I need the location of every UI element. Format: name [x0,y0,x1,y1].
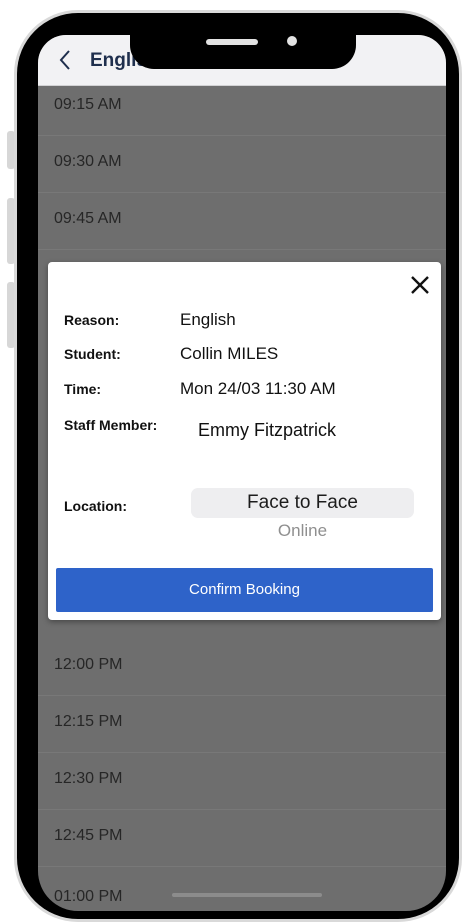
time-slot-row[interactable]: 12:45 PM [38,810,446,867]
confirm-booking-button[interactable]: Confirm Booking [56,568,433,612]
stage: English 09:15 AM 09:30 AM 09:45 AM 12:00… [0,0,465,924]
time-slot-row[interactable]: 12:30 PM [38,753,446,810]
chevron-left-icon[interactable] [56,47,76,73]
staff-member-value: Emmy Fitzpatrick [198,420,337,440]
time-slot-label: 09:15 AM [54,96,122,113]
time-slot-row[interactable]: 09:45 AM [38,193,446,250]
staff-member-label: Staff Member: [64,417,158,433]
time-slot-row[interactable]: 12:00 PM [38,639,446,696]
time-slot-label: 09:30 AM [54,153,122,170]
time-slot-label: 12:45 PM [54,827,123,844]
home-indicator [172,893,322,897]
time-slot-row[interactable]: 09:15 AM [38,85,446,136]
time-slot-row[interactable]: 09:30 AM [38,136,446,193]
front-camera [287,36,297,46]
time-slot-label: 12:15 PM [54,713,123,730]
student-value: Collin MILES [180,344,279,363]
location-option-online[interactable]: Online [191,516,414,546]
time-slot-row[interactable]: 12:15 PM [38,696,446,753]
close-icon[interactable] [409,274,431,296]
time-label: Time: [64,381,102,397]
time-slot-row[interactable]: 01:00 PM [38,867,446,911]
booking-modal: Reason: English Student: Collin MILES Ti… [48,262,441,620]
notch [130,19,356,69]
location-option-face-to-face[interactable]: Face to Face [191,488,414,518]
reason-label: Reason: [64,312,120,328]
student-label: Student: [64,346,121,362]
speaker-grille [206,39,258,45]
time-slot-label: 12:00 PM [54,656,123,673]
reason-value: English [180,310,236,329]
time-slot-label: 09:45 AM [54,210,122,227]
time-slot-label: 01:00 PM [54,888,123,905]
location-label: Location: [64,498,127,514]
time-slot-label: 12:30 PM [54,770,123,787]
time-value: Mon 24/03 11:30 AM [180,379,336,398]
